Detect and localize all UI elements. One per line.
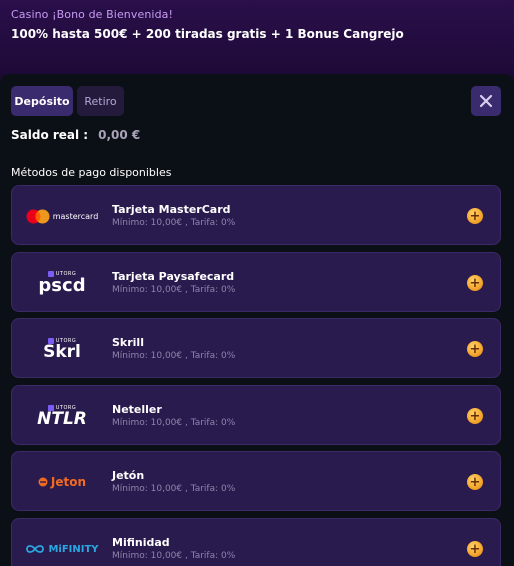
add-method-button[interactable]: +: [467, 275, 483, 291]
method-fee: Mínimo: 10,00€ , Tarifa: 0%: [112, 418, 236, 428]
banner-subtitle: Casino ¡Bono de Bienvenida!: [11, 8, 174, 21]
method-name: Tarjeta MasterCard: [112, 203, 231, 216]
method-fee: Mínimo: 10,00€ , Tarifa: 0%: [112, 285, 236, 295]
skrill-logo: UTORG Skrl: [22, 327, 102, 371]
payment-method-jeton[interactable]: Jeton Jetón Mínimo: 10,00€ , Tarifa: 0% …: [11, 451, 501, 511]
plus-icon: +: [469, 275, 481, 291]
close-icon: [479, 94, 493, 108]
jeton-logo-text: Jeton: [50, 475, 87, 489]
balance-value: 0,00 €: [98, 128, 141, 142]
add-method-button[interactable]: +: [467, 208, 483, 224]
payment-method-mastercard[interactable]: mastercard Tarjeta MasterCard Mínimo: 10…: [11, 185, 501, 245]
welcome-banner: Casino ¡Bono de Bienvenida! 100% hasta 5…: [0, 0, 514, 74]
plus-icon: +: [469, 208, 481, 224]
mastercard-logo: mastercard: [22, 194, 102, 238]
methods-title: Métodos de pago disponibles: [11, 166, 172, 179]
mifinity-logo-text: MiFINITY: [48, 543, 99, 555]
jeton-mark-icon: [38, 477, 48, 487]
payment-method-mifinity[interactable]: MiFINITY Mifinidad Mínimo: 10,00€ , Tari…: [11, 518, 501, 566]
method-fee: Mínimo: 10,00€ , Tarifa: 0%: [112, 551, 236, 561]
plus-icon: +: [469, 341, 481, 357]
mastercard-logo-text: mastercard: [52, 211, 99, 221]
tab-deposit[interactable]: Depósito: [11, 86, 73, 116]
payment-method-skrill[interactable]: UTORG Skrl Skrill Mínimo: 10,00€ , Tarif…: [11, 318, 501, 378]
neteller-logo: UTORG NTLR: [22, 394, 102, 438]
mifinity-logo: MiFINITY: [22, 527, 102, 566]
plus-icon: +: [469, 408, 481, 424]
add-method-button[interactable]: +: [467, 341, 483, 357]
banner-title: 100% hasta 500€ + 200 tiradas gratis + 1…: [11, 27, 404, 41]
balance-label: Saldo real :: [11, 128, 89, 142]
method-fee: Mínimo: 10,00€ , Tarifa: 0%: [112, 351, 236, 361]
close-button[interactable]: [471, 86, 501, 116]
skrill-logo-text: Skrl: [43, 341, 81, 362]
mastercard-circles-icon: [26, 209, 50, 223]
method-name: Neteller: [112, 403, 162, 416]
add-method-button[interactable]: +: [467, 408, 483, 424]
method-name: Jetón: [112, 469, 145, 482]
method-fee: Mínimo: 10,00€ , Tarifa: 0%: [112, 484, 236, 494]
paysafecard-logo: UTORG pscd: [22, 261, 102, 305]
add-method-button[interactable]: +: [467, 541, 483, 557]
payment-method-paysafecard[interactable]: UTORG pscd Tarjeta Paysafecard Mínimo: 1…: [11, 252, 501, 312]
method-name: Tarjeta Paysafecard: [112, 270, 235, 283]
infinity-icon: [26, 545, 45, 553]
cashier-panel: Depósito Retiro Saldo real : 0,00 € Méto…: [0, 74, 514, 566]
tab-withdraw[interactable]: Retiro: [77, 86, 124, 116]
payment-method-neteller[interactable]: UTORG NTLR Neteller Mínimo: 10,00€ , Tar…: [11, 385, 501, 445]
jeton-logo: Jeton: [22, 460, 102, 504]
neteller-logo-text: NTLR: [37, 408, 87, 429]
add-method-button[interactable]: +: [467, 474, 483, 490]
method-fee: Mínimo: 10,00€ , Tarifa: 0%: [112, 218, 236, 228]
method-name: Skrill: [112, 336, 144, 349]
balance: Saldo real : 0,00 €: [11, 128, 140, 142]
paysafecard-logo-text: pscd: [38, 275, 86, 296]
plus-icon: +: [469, 474, 481, 490]
plus-icon: +: [469, 541, 481, 557]
method-name: Mifinidad: [112, 536, 170, 549]
